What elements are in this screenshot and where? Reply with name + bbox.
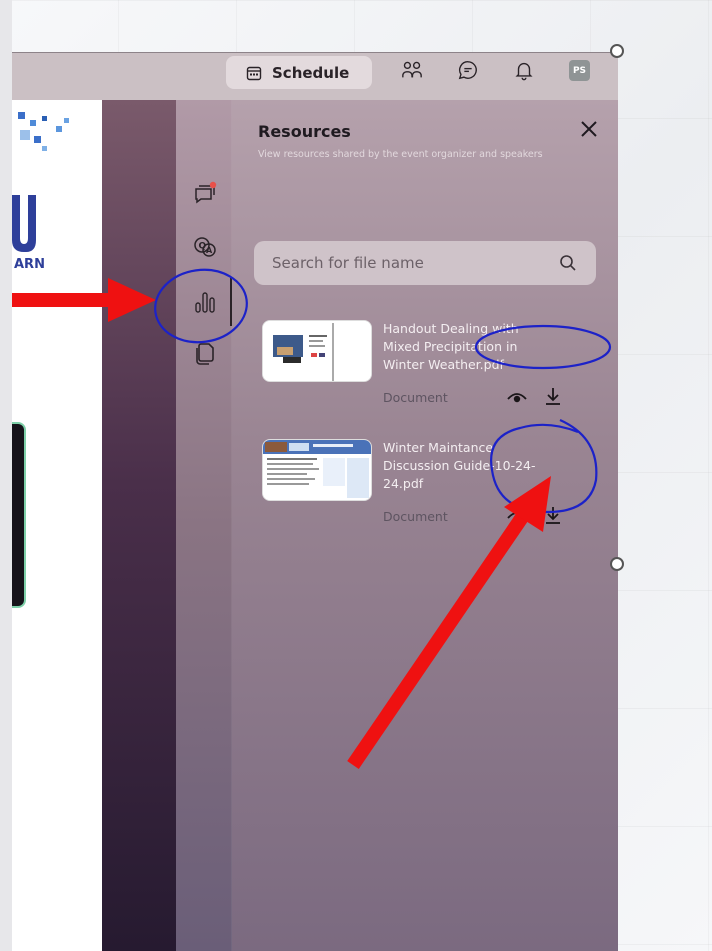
side-icon-rail: Q A [176, 100, 232, 951]
stage-area: ARN [12, 100, 102, 951]
resource-item[interactable]: Handout Dealing with Mixed Precipitation… [262, 320, 602, 420]
resources-panel: Resources View resources shared by the e… [232, 100, 618, 951]
download-icon[interactable] [542, 385, 564, 407]
thumbnail-image [263, 440, 371, 500]
resource-type: Document [383, 509, 448, 524]
document-thumbnail [262, 320, 372, 382]
qa-icon[interactable]: Q A [192, 234, 218, 260]
thumbnail-image [263, 321, 371, 381]
schedule-label: Schedule [272, 63, 350, 82]
video-tile [12, 422, 26, 608]
search-box [254, 241, 596, 285]
left-edge-strip [0, 0, 12, 951]
polls-icon[interactable] [192, 289, 218, 315]
svg-text:A: A [206, 246, 213, 255]
app-window: Schedule PS ARN Q A Resources View resou… [12, 52, 618, 951]
schedule-button[interactable]: Schedule [226, 56, 372, 89]
avatar[interactable]: PS [569, 60, 590, 81]
event-logo: ARN [12, 112, 69, 270]
resize-handle[interactable] [610, 557, 624, 571]
panel-subtitle: View resources shared by the event organ… [258, 149, 543, 160]
resource-item[interactable]: Winter Maintance Discussion Guide-10-24-… [262, 439, 602, 539]
logo-text: ARN [14, 257, 45, 270]
resource-name: Handout Dealing with Mixed Precipitation… [383, 321, 519, 372]
eye-icon[interactable] [506, 387, 528, 409]
panel-title: Resources [258, 122, 351, 141]
resource-name: Winter Maintance Discussion Guide-10-24-… [383, 440, 536, 491]
search-icon[interactable] [558, 253, 578, 273]
people-icon[interactable] [401, 59, 423, 81]
bell-icon[interactable] [513, 59, 535, 81]
chat-notification-icon[interactable] [192, 180, 218, 206]
calendar-icon [246, 66, 262, 80]
download-icon[interactable] [542, 504, 564, 526]
eye-icon[interactable] [506, 506, 528, 528]
document-icon[interactable] [192, 341, 218, 367]
chat-bubble-icon[interactable] [457, 59, 479, 81]
document-thumbnail [262, 439, 372, 501]
close-icon[interactable] [578, 118, 600, 140]
resource-type: Document [383, 390, 448, 405]
resize-handle[interactable] [610, 44, 624, 58]
top-bar: Schedule PS [12, 52, 618, 100]
stage-dark-band [102, 100, 176, 951]
search-input[interactable] [272, 251, 552, 275]
